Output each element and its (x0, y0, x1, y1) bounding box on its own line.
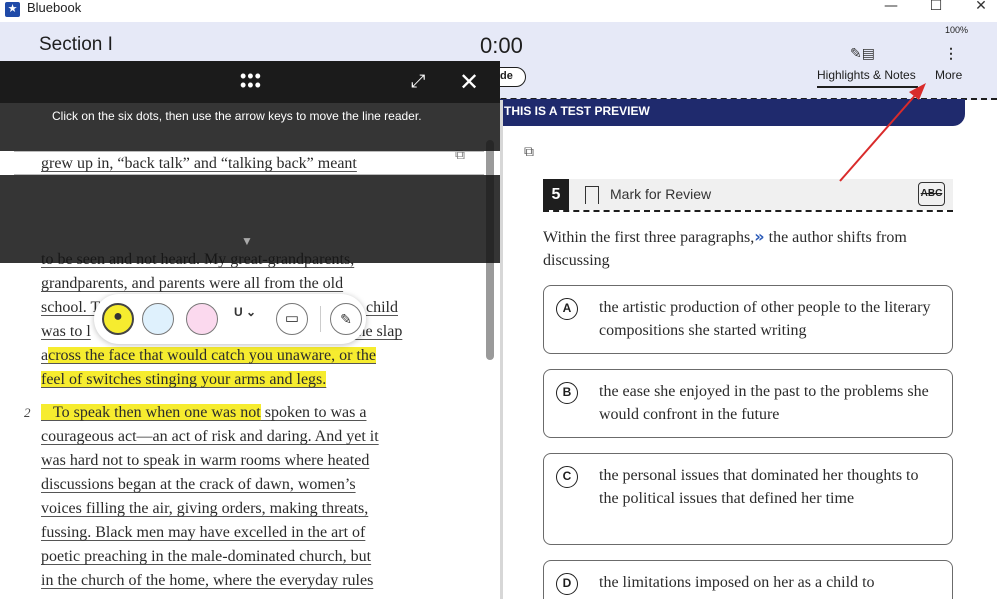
annotation-arrow-head (909, 83, 926, 100)
annotation-arrow-line (839, 91, 919, 182)
annotation-arrow (839, 83, 926, 182)
